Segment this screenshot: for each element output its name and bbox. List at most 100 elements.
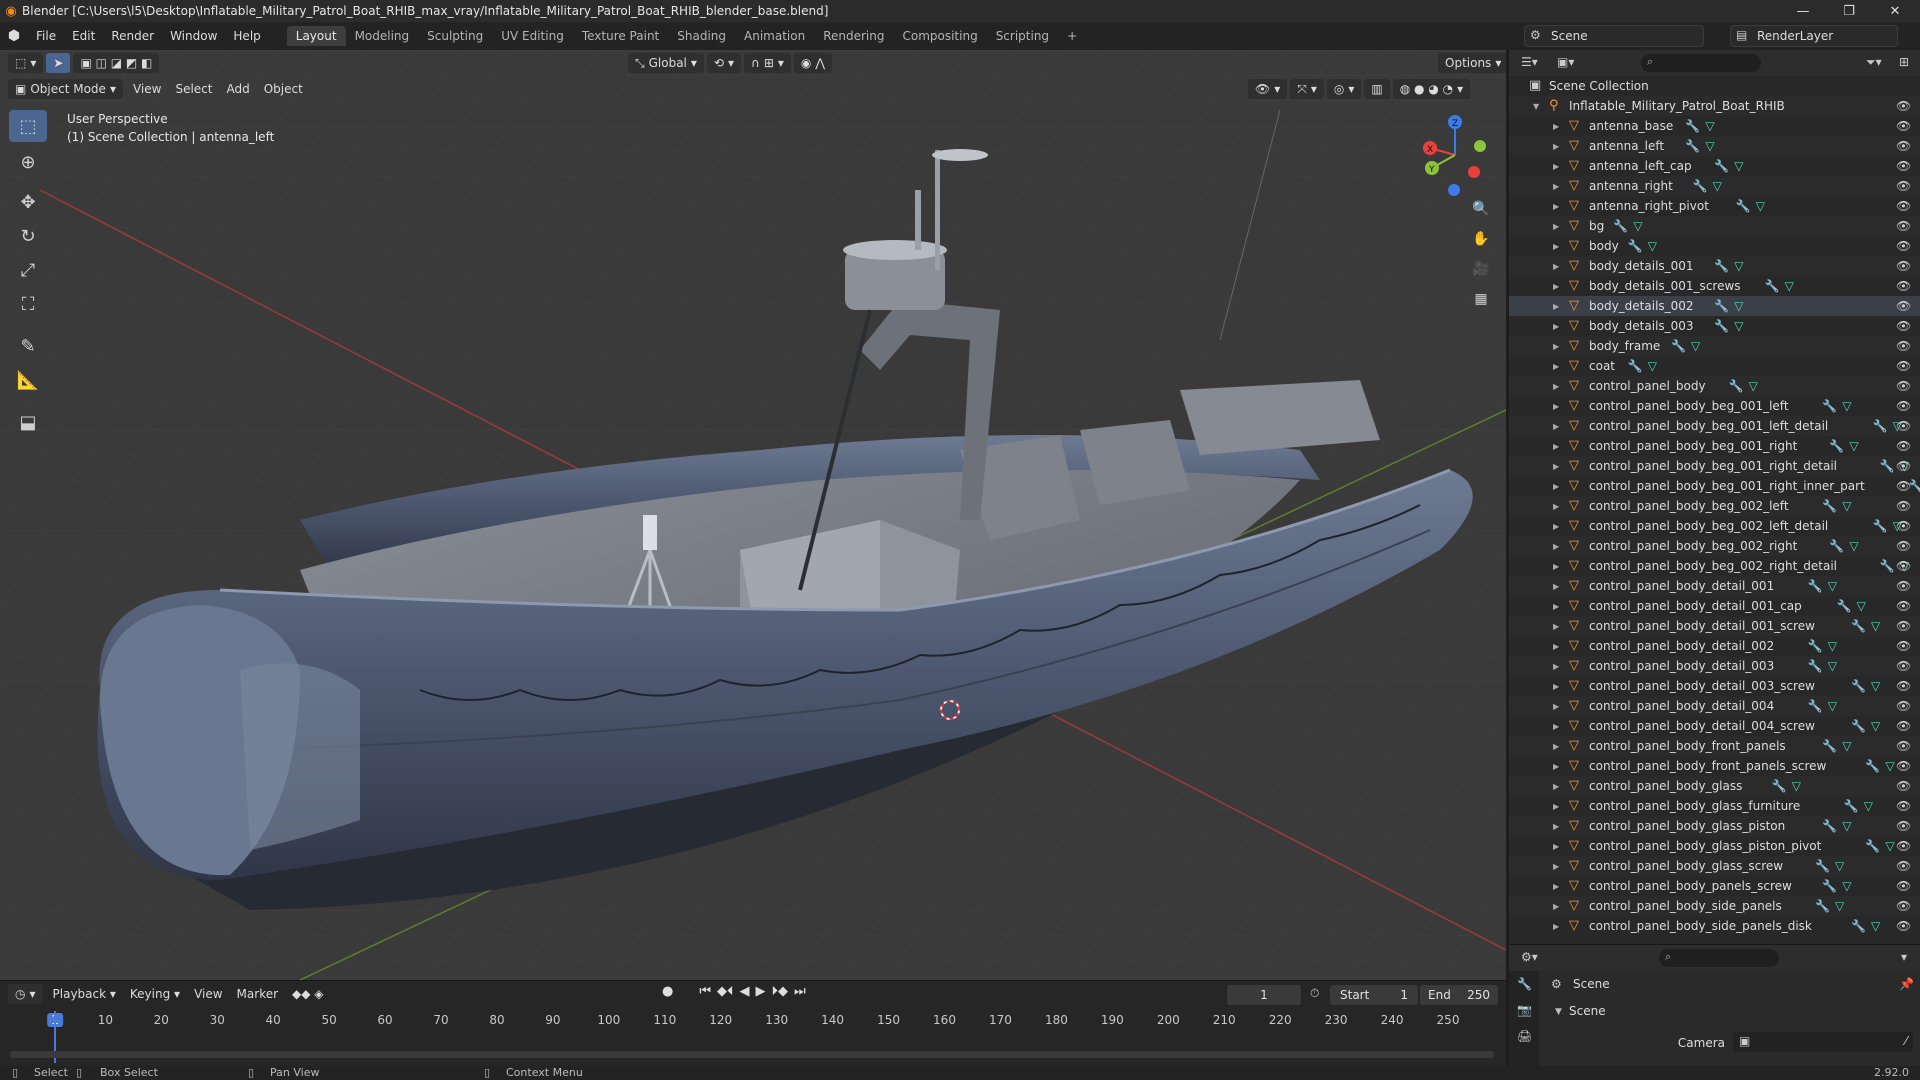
visibility-eye-icon[interactable]: 👁 xyxy=(1896,339,1911,353)
expand-arrow-icon[interactable]: ▶ xyxy=(1553,162,1559,171)
visibility-eye-icon[interactable]: 👁 xyxy=(1896,419,1911,433)
outliner-object-row[interactable]: ▶ ▽ control_panel_body_glass_piston 🔧 ▽ 👁 xyxy=(1509,816,1920,836)
expand-arrow-icon[interactable]: ▶ xyxy=(1553,122,1559,131)
outliner-editor-icon[interactable]: ☰▾ xyxy=(1521,55,1538,69)
mesh-data-icon[interactable]: ▽ xyxy=(1828,699,1837,713)
outliner-object-row[interactable]: ▶ ▽ control_panel_body_detail_004 🔧 ▽ 👁 xyxy=(1509,696,1920,716)
tool-select-box[interactable]: ⬚ xyxy=(9,110,47,142)
menu-file[interactable]: File xyxy=(28,22,64,50)
outliner-object-row[interactable]: ▶ ▽ body_details_003 🔧 ▽ 👁 xyxy=(1509,316,1920,336)
navigation-gizmo[interactable]: Z X Y xyxy=(1410,110,1500,200)
xray-toggle[interactable]: ▥ xyxy=(1364,79,1390,99)
properties-search-input[interactable]: ⌕ xyxy=(1659,949,1779,967)
render-tab-icon[interactable]: 📷 xyxy=(1517,1003,1532,1017)
outliner-object-row[interactable]: ▶ ▽ control_panel_body_glass 🔧 ▽ 👁 xyxy=(1509,776,1920,796)
outliner-object-row[interactable]: ▶ ▽ control_panel_body_beg_001_right 🔧 ▽ 👁 xyxy=(1509,436,1920,456)
visibility-eye-icon[interactable]: 👁 xyxy=(1896,479,1911,493)
add-workspace-button[interactable]: + xyxy=(1058,26,1086,46)
outliner-object-row[interactable]: ▶ ▽ control_panel_body_beg_001_left_detail… xyxy=(1509,416,1920,436)
modifier-wrench-icon[interactable]: 🔧 xyxy=(1844,799,1859,813)
visibility-eye-icon[interactable]: 👁 xyxy=(1896,839,1911,853)
stopwatch-icon[interactable]: ⏱ xyxy=(1310,986,1319,1001)
menu-window[interactable]: Window xyxy=(162,22,225,50)
expand-arrow-icon[interactable]: ▶ xyxy=(1553,182,1559,191)
visibility-eye-icon[interactable]: 👁 xyxy=(1896,739,1911,753)
options-dropdown[interactable]: Options ▾ xyxy=(1438,53,1506,73)
visibility-eye-icon[interactable]: 👁 xyxy=(1896,539,1911,553)
visibility-eye-icon[interactable]: 👁 xyxy=(1896,199,1911,213)
modifier-wrench-icon[interactable]: 🔧 xyxy=(1808,579,1823,593)
tab-texture-paint[interactable]: Texture Paint xyxy=(573,26,668,46)
outliner-object-row[interactable]: ▶ ▽ body_details_002 🔧 ▽ 👁 xyxy=(1509,296,1920,316)
mesh-data-icon[interactable]: ▽ xyxy=(1792,779,1801,793)
new-collection-icon[interactable]: ⊞ xyxy=(1899,55,1909,69)
eyedropper-icon[interactable]: ⁄ xyxy=(1905,1034,1907,1048)
tool-measure[interactable]: 📐 xyxy=(9,364,47,396)
tool-transform[interactable]: ⛶ xyxy=(9,288,47,320)
expand-arrow-icon[interactable]: ▶ xyxy=(1553,402,1559,411)
pan-button[interactable]: ✋ xyxy=(1468,226,1494,252)
visibility-eye-icon[interactable]: 👁 xyxy=(1896,139,1911,153)
mesh-data-icon[interactable]: ▽ xyxy=(1885,839,1894,853)
shading-modes[interactable]: ◍ ● ◕ ◔ ▾ xyxy=(1392,79,1471,99)
mesh-data-icon[interactable]: ▽ xyxy=(1871,679,1880,693)
mesh-data-icon[interactable]: ▽ xyxy=(1691,339,1700,353)
expand-arrow-icon[interactable]: ▶ xyxy=(1553,382,1559,391)
outliner-object-row[interactable]: ▶ ▽ control_panel_body_detail_003_screw 🔧 ▽ 👁 xyxy=(1509,676,1920,696)
outliner-object-row[interactable]: ▶ ▽ control_panel_body_side_panels 🔧 ▽ 👁 xyxy=(1509,896,1920,916)
modifier-wrench-icon[interactable]: 🔧 xyxy=(1671,339,1686,353)
timeline-menu-keying[interactable]: Keying ▾ xyxy=(123,984,187,1004)
start-frame-field[interactable]: Start 1 xyxy=(1330,985,1418,1005)
blender-menu-icon[interactable]: ⬢ xyxy=(0,22,28,50)
end-frame-field[interactable]: End 250 xyxy=(1420,985,1498,1005)
timeline-menu-view[interactable]: View xyxy=(187,984,229,1004)
outliner-object-row[interactable]: ▶ ▽ control_panel_body_side_panels_disk 🔧 ▽ 👁 xyxy=(1509,916,1920,936)
expand-arrow-icon[interactable]: ▶ xyxy=(1553,302,1559,311)
mesh-data-icon[interactable]: ▽ xyxy=(1835,899,1844,913)
expand-arrow-icon[interactable]: ▶ xyxy=(1553,762,1559,771)
mesh-data-icon[interactable]: ▽ xyxy=(1785,279,1794,293)
outliner-object-row[interactable]: ▶ ▽ coat 🔧 ▽ 👁 xyxy=(1509,356,1920,376)
tool-annotate[interactable]: ✎ xyxy=(9,330,47,362)
tab-compositing[interactable]: Compositing xyxy=(893,26,986,46)
visibility-eye-icon[interactable]: 👁 xyxy=(1896,439,1911,453)
mesh-data-icon[interactable]: ▽ xyxy=(1648,359,1657,373)
proportional-editing-toggle[interactable]: ◉ ⋀ xyxy=(793,53,833,73)
viewport-menu-select[interactable]: Select xyxy=(168,79,219,99)
expand-arrow-icon[interactable]: ▶ xyxy=(1553,682,1559,691)
prev-keyframe-button[interactable]: ◆⏴ xyxy=(717,984,734,999)
outliner-object-row[interactable]: ▶ ▽ control_panel_body_detail_003 🔧 ▽ 👁 xyxy=(1509,656,1920,676)
snap-toggle[interactable]: ∩ ⊞ ▾ xyxy=(744,53,791,73)
expand-arrow-icon[interactable]: ▶ xyxy=(1553,362,1559,371)
tool-scale[interactable]: ⤢ xyxy=(9,254,47,286)
modifier-wrench-icon[interactable]: 🔧 xyxy=(1808,659,1823,673)
tool-rotate[interactable]: ↻ xyxy=(9,220,47,252)
modifier-wrench-icon[interactable]: 🔧 xyxy=(1822,879,1837,893)
modifier-wrench-icon[interactable]: 🔧 xyxy=(1822,499,1837,513)
visibility-eye-icon[interactable]: 👁 xyxy=(1896,499,1911,513)
mesh-data-icon[interactable]: ▽ xyxy=(1849,539,1858,553)
select-tool-button[interactable]: ➤ xyxy=(46,53,71,73)
mesh-data-icon[interactable]: ▽ xyxy=(1828,579,1837,593)
modifier-wrench-icon[interactable]: 🔧 xyxy=(1628,359,1643,373)
close-button[interactable]: ✕ xyxy=(1872,0,1918,22)
expand-arrow-icon[interactable]: ▶ xyxy=(1553,702,1559,711)
outliner-object-row[interactable]: ▶ ▽ control_panel_body_front_panels 🔧 ▽ 👁 xyxy=(1509,736,1920,756)
modifier-wrench-icon[interactable]: 🔧 xyxy=(1729,379,1744,393)
outliner-object-row[interactable]: ▶ ▽ antenna_right_pivot 🔧 ▽ 👁 xyxy=(1509,196,1920,216)
modifier-wrench-icon[interactable]: 🔧 xyxy=(1772,779,1787,793)
expand-arrow-icon[interactable]: ▶ xyxy=(1553,742,1559,751)
expand-arrow-icon[interactable]: ▶ xyxy=(1553,582,1559,591)
overlay-toggle[interactable]: ◎ ▾ xyxy=(1326,79,1362,99)
camera-view-button[interactable]: 🎥 xyxy=(1468,256,1494,282)
outliner-object-row[interactable]: ▶ ▽ control_panel_body_beg_001_right_detai… xyxy=(1509,456,1920,476)
mesh-data-icon[interactable]: ▽ xyxy=(1842,399,1851,413)
modifier-wrench-icon[interactable]: 🔧 xyxy=(1822,399,1837,413)
modifier-wrench-icon[interactable]: 🔧 xyxy=(1714,259,1729,273)
modifier-wrench-icon[interactable]: 🔧 xyxy=(1880,559,1895,573)
scene-collection-row[interactable]: ▣ Scene Collection xyxy=(1509,76,1920,96)
tab-shading[interactable]: Shading xyxy=(668,26,735,46)
scene-selector[interactable]: Scene xyxy=(1524,25,1704,47)
expand-arrow-icon[interactable]: ▶ xyxy=(1553,462,1559,471)
timeline-editor-type[interactable]: ◷ ▾ xyxy=(8,984,43,1004)
